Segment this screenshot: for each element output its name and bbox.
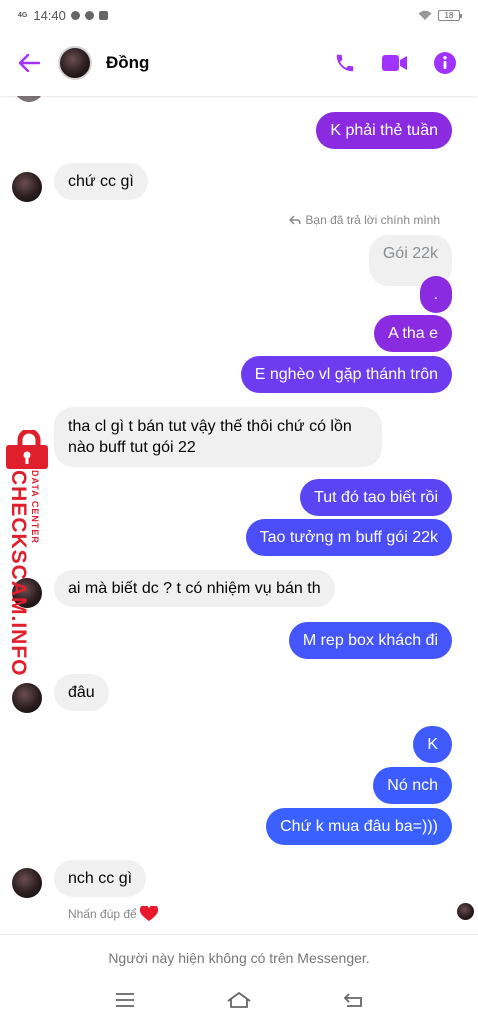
battery-icon: 18: [438, 9, 462, 21]
message-bubble[interactable]: A tha e: [374, 315, 452, 352]
contact-avatar-small: [12, 868, 42, 898]
message-bubble[interactable]: E nghèo vl gặp thánh trôn: [240, 356, 452, 393]
message-bubble[interactable]: Nó nch: [373, 767, 452, 804]
contact-avatar-small: [12, 683, 42, 713]
back-nav-icon: [343, 992, 362, 1007]
home-button[interactable]: [226, 991, 252, 1014]
video-call-button[interactable]: [382, 54, 408, 72]
info-icon: [434, 52, 456, 74]
menu-icon: [116, 992, 135, 1007]
message-bubble[interactable]: tha cl gì t bán tut vậy thế thôi chứ có …: [54, 407, 382, 467]
reply-note-text: Bạn đã trả lời chính mình: [305, 213, 440, 227]
double-tap-hint: Nhấn đúp để: [68, 906, 158, 922]
contact-name[interactable]: Đồng: [106, 53, 149, 73]
message-bubble[interactable]: chứ cc gì: [54, 163, 148, 200]
video-call-icon: [382, 55, 407, 71]
wifi-icon: [418, 10, 432, 20]
messenger-notification-icon: [70, 10, 80, 20]
reply-icon: [289, 215, 302, 225]
message-bubble[interactable]: Tao tưởng m buff gói 22k: [245, 519, 452, 556]
header-actions: [334, 52, 478, 74]
status-bar: 4G 14:40 18: [0, 0, 478, 30]
message-bubble[interactable]: nch cc gì: [54, 860, 147, 897]
call-button[interactable]: [334, 52, 356, 74]
padlock-icon: [6, 430, 48, 469]
watermark-text: CHECKSCAM.INFO: [7, 470, 30, 677]
facebook-notification-icon: [98, 10, 108, 20]
message-list[interactable]: K phải thẻ tuần chứ cc gì Bạn đã trả lời…: [0, 96, 478, 934]
status-left: 4G 14:40: [18, 8, 108, 23]
status-time: 14:40: [33, 7, 66, 23]
seen-indicator-avatar: [457, 903, 474, 920]
back-nav-button[interactable]: [343, 992, 363, 1013]
home-icon: [227, 991, 251, 1008]
contact-avatar-partial: [14, 96, 44, 102]
message-bubble[interactable]: .: [419, 276, 452, 313]
double-tap-hint-text: Nhấn đúp để: [68, 907, 137, 921]
back-button[interactable]: [0, 30, 58, 96]
heart-icon[interactable]: [139, 906, 158, 922]
message-bubble[interactable]: K: [413, 726, 452, 763]
menu-button[interactable]: [115, 992, 135, 1013]
unavailable-notice: Người này hiện không có trên Messenger.: [0, 934, 478, 980]
system-navigation-bar: [0, 980, 478, 1024]
watermark-subtext: DATA CENTER: [30, 470, 40, 544]
message-bubble[interactable]: đâu: [54, 674, 109, 711]
back-arrow-icon: [18, 54, 40, 72]
message-bubble[interactable]: M rep box khách đi: [288, 622, 452, 659]
message-bubble[interactable]: K phải thẻ tuần: [316, 112, 452, 149]
message-bubble[interactable]: Chứ k mua đâu ba=))): [266, 808, 452, 845]
network-indicator: 4G: [18, 11, 28, 19]
chat-notification-icon: [84, 10, 94, 20]
message-bubble[interactable]: ai mà biết dc ? t có nhiệm vụ bán th: [54, 570, 335, 607]
reply-note: Bạn đã trả lời chính mình: [289, 213, 440, 227]
info-button[interactable]: [434, 52, 456, 74]
contact-avatar-small: [12, 172, 42, 202]
watermark: CHECKSCAM.INFO DATA CENTER: [0, 430, 54, 677]
unavailable-notice-text: Người này hiện không có trên Messenger.: [108, 949, 370, 966]
phone-icon: [336, 54, 354, 72]
status-right: 18: [418, 9, 462, 21]
conversation-header: Đồng: [0, 30, 478, 96]
contact-avatar[interactable]: [58, 46, 92, 80]
message-bubble[interactable]: Tut đó tao biết rồi: [300, 479, 452, 516]
